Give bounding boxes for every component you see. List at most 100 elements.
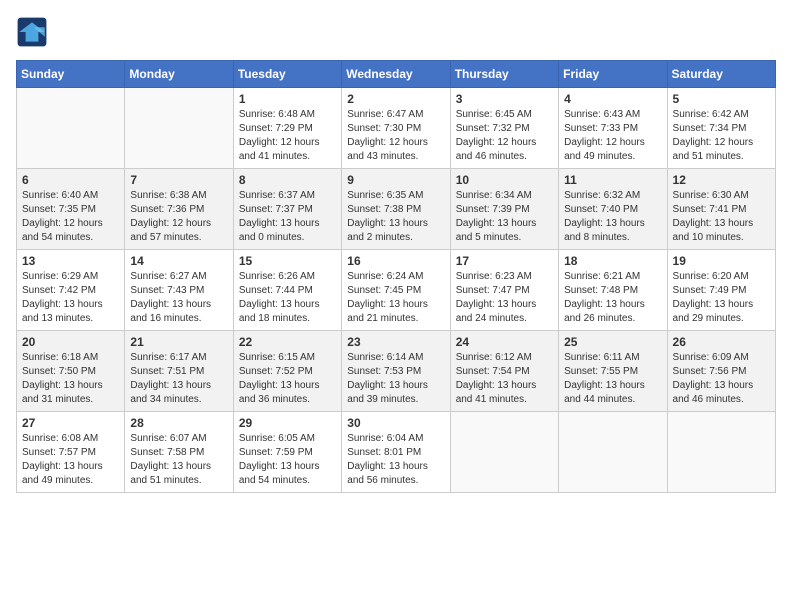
day-info: Sunrise: 6:09 AM Sunset: 7:56 PM Dayligh… (673, 351, 770, 407)
day-number: 11 (564, 173, 661, 187)
calendar-cell: 13 Sunrise: 6:29 AM Sunset: 7:42 PM Dayli… (17, 250, 125, 331)
day-info: Sunrise: 6:45 AM Sunset: 7:32 PM Dayligh… (456, 108, 553, 164)
calendar-cell: 11 Sunrise: 6:32 AM Sunset: 7:40 PM Dayli… (559, 169, 667, 250)
day-number: 20 (22, 335, 119, 349)
calendar-cell (559, 412, 667, 493)
day-info: Sunrise: 6:15 AM Sunset: 7:52 PM Dayligh… (239, 351, 336, 407)
day-info: Sunrise: 6:14 AM Sunset: 7:53 PM Dayligh… (347, 351, 444, 407)
calendar-cell: 4Sunrise: 6:43 AM Sunset: 7:33 PM Daylig… (559, 88, 667, 169)
calendar-cell: 26 Sunrise: 6:09 AM Sunset: 7:56 PM Dayli… (667, 331, 775, 412)
calendar-cell: 14 Sunrise: 6:27 AM Sunset: 7:43 PM Dayli… (125, 250, 233, 331)
day-info: Sunrise: 6:32 AM Sunset: 7:40 PM Dayligh… (564, 189, 661, 245)
calendar-cell: 12 Sunrise: 6:30 AM Sunset: 7:41 PM Dayli… (667, 169, 775, 250)
day-number: 3 (456, 92, 553, 106)
weekday-header-wednesday: Wednesday (342, 61, 450, 88)
calendar-cell: 2 Sunrise: 6:47 AM Sunset: 7:30 PM Daylig… (342, 88, 450, 169)
day-number: 27 (22, 416, 119, 430)
calendar-cell: 23 Sunrise: 6:14 AM Sunset: 7:53 PM Dayli… (342, 331, 450, 412)
calendar-week-row: 20 Sunrise: 6:18 AM Sunset: 7:50 PM Dayli… (17, 331, 776, 412)
day-number: 22 (239, 335, 336, 349)
day-info: Sunrise: 6:12 AM Sunset: 7:54 PM Dayligh… (456, 351, 553, 407)
calendar-week-row: 6 Sunrise: 6:40 AM Sunset: 7:35 PM Daylig… (17, 169, 776, 250)
day-info: Sunrise: 6:20 AM Sunset: 7:49 PM Dayligh… (673, 270, 770, 326)
page-header (16, 16, 776, 48)
calendar-cell: 3 Sunrise: 6:45 AM Sunset: 7:32 PM Daylig… (450, 88, 558, 169)
day-number: 14 (130, 254, 227, 268)
calendar-cell: 20 Sunrise: 6:18 AM Sunset: 7:50 PM Dayli… (17, 331, 125, 412)
day-info: Sunrise: 6:18 AM Sunset: 7:50 PM Dayligh… (22, 351, 119, 407)
day-number: 25 (564, 335, 661, 349)
day-info: Sunrise: 6:11 AM Sunset: 7:55 PM Dayligh… (564, 351, 661, 407)
day-number: 23 (347, 335, 444, 349)
day-info: Sunrise: 6:40 AM Sunset: 7:35 PM Dayligh… (22, 189, 119, 245)
calendar-cell (667, 412, 775, 493)
day-info: Sunrise: 6:26 AM Sunset: 7:44 PM Dayligh… (239, 270, 336, 326)
day-info: Sunrise: 6:29 AM Sunset: 7:42 PM Dayligh… (22, 270, 119, 326)
day-info: Sunrise: 6:07 AM Sunset: 7:58 PM Dayligh… (130, 432, 227, 488)
day-number: 24 (456, 335, 553, 349)
day-number: 19 (673, 254, 770, 268)
calendar-cell (125, 88, 233, 169)
calendar-cell: 18 Sunrise: 6:21 AM Sunset: 7:48 PM Dayli… (559, 250, 667, 331)
day-info: Sunrise: 6:30 AM Sunset: 7:41 PM Dayligh… (673, 189, 770, 245)
day-info: Sunrise: 6:27 AM Sunset: 7:43 PM Dayligh… (130, 270, 227, 326)
day-info: Sunrise: 6:47 AM Sunset: 7:30 PM Dayligh… (347, 108, 444, 164)
weekday-header-friday: Friday (559, 61, 667, 88)
calendar-cell: 22 Sunrise: 6:15 AM Sunset: 7:52 PM Dayli… (233, 331, 341, 412)
calendar-header-row: SundayMondayTuesdayWednesdayThursdayFrid… (17, 61, 776, 88)
calendar-cell: 19 Sunrise: 6:20 AM Sunset: 7:49 PM Dayli… (667, 250, 775, 331)
calendar-cell: 25 Sunrise: 6:11 AM Sunset: 7:55 PM Dayli… (559, 331, 667, 412)
day-number: 12 (673, 173, 770, 187)
day-number: 6 (22, 173, 119, 187)
calendar-cell: 9Sunrise: 6:35 AM Sunset: 7:38 PM Daylig… (342, 169, 450, 250)
calendar-cell: 7Sunrise: 6:38 AM Sunset: 7:36 PM Daylig… (125, 169, 233, 250)
day-number: 10 (456, 173, 553, 187)
day-info: Sunrise: 6:21 AM Sunset: 7:48 PM Dayligh… (564, 270, 661, 326)
day-number: 5 (673, 92, 770, 106)
day-number: 8 (239, 173, 336, 187)
calendar-cell (17, 88, 125, 169)
day-info: Sunrise: 6:48 AM Sunset: 7:29 PM Dayligh… (239, 108, 336, 164)
day-info: Sunrise: 6:34 AM Sunset: 7:39 PM Dayligh… (456, 189, 553, 245)
day-number: 29 (239, 416, 336, 430)
calendar-cell: 8 Sunrise: 6:37 AM Sunset: 7:37 PM Daylig… (233, 169, 341, 250)
weekday-header-monday: Monday (125, 61, 233, 88)
day-info: Sunrise: 6:08 AM Sunset: 7:57 PM Dayligh… (22, 432, 119, 488)
day-number: 18 (564, 254, 661, 268)
calendar-cell: 6 Sunrise: 6:40 AM Sunset: 7:35 PM Daylig… (17, 169, 125, 250)
day-info: Sunrise: 6:42 AM Sunset: 7:34 PM Dayligh… (673, 108, 770, 164)
calendar-cell: 27 Sunrise: 6:08 AM Sunset: 7:57 PM Dayli… (17, 412, 125, 493)
calendar-cell: 29Sunrise: 6:05 AM Sunset: 7:59 PM Dayli… (233, 412, 341, 493)
calendar-week-row: 13 Sunrise: 6:29 AM Sunset: 7:42 PM Dayli… (17, 250, 776, 331)
day-info: Sunrise: 6:37 AM Sunset: 7:37 PM Dayligh… (239, 189, 336, 245)
day-number: 28 (130, 416, 227, 430)
calendar-cell: 21Sunrise: 6:17 AM Sunset: 7:51 PM Dayli… (125, 331, 233, 412)
day-number: 17 (456, 254, 553, 268)
weekday-header-thursday: Thursday (450, 61, 558, 88)
day-number: 7 (130, 173, 227, 187)
calendar-cell: 17Sunrise: 6:23 AM Sunset: 7:47 PM Dayli… (450, 250, 558, 331)
day-number: 4 (564, 92, 661, 106)
calendar-cell: 1 Sunrise: 6:48 AM Sunset: 7:29 PM Daylig… (233, 88, 341, 169)
calendar-cell: 28 Sunrise: 6:07 AM Sunset: 7:58 PM Dayli… (125, 412, 233, 493)
day-info: Sunrise: 6:04 AM Sunset: 8:01 PM Dayligh… (347, 432, 444, 488)
day-number: 30 (347, 416, 444, 430)
day-number: 16 (347, 254, 444, 268)
calendar-week-row: 27 Sunrise: 6:08 AM Sunset: 7:57 PM Dayli… (17, 412, 776, 493)
day-number: 9 (347, 173, 444, 187)
weekday-header-saturday: Saturday (667, 61, 775, 88)
calendar-table: SundayMondayTuesdayWednesdayThursdayFrid… (16, 60, 776, 493)
calendar-week-row: 1 Sunrise: 6:48 AM Sunset: 7:29 PM Daylig… (17, 88, 776, 169)
calendar-cell: 10 Sunrise: 6:34 AM Sunset: 7:39 PM Dayli… (450, 169, 558, 250)
calendar-cell: 24 Sunrise: 6:12 AM Sunset: 7:54 PM Dayli… (450, 331, 558, 412)
calendar-cell: 5 Sunrise: 6:42 AM Sunset: 7:34 PM Daylig… (667, 88, 775, 169)
day-number: 21 (130, 335, 227, 349)
day-number: 1 (239, 92, 336, 106)
day-number: 26 (673, 335, 770, 349)
calendar-cell: 30 Sunrise: 6:04 AM Sunset: 8:01 PM Dayli… (342, 412, 450, 493)
day-info: Sunrise: 6:24 AM Sunset: 7:45 PM Dayligh… (347, 270, 444, 326)
calendar-cell: 15Sunrise: 6:26 AM Sunset: 7:44 PM Dayli… (233, 250, 341, 331)
day-number: 13 (22, 254, 119, 268)
day-number: 2 (347, 92, 444, 106)
weekday-header-sunday: Sunday (17, 61, 125, 88)
